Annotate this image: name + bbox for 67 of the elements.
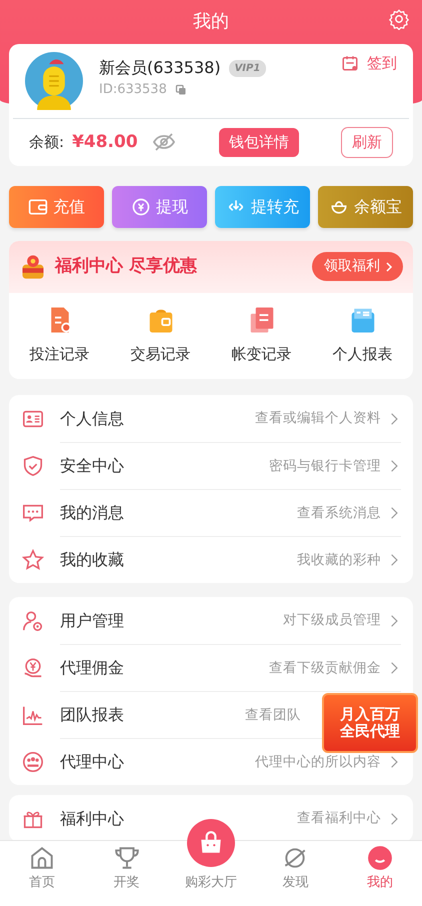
menu-label: 代理中心 <box>60 751 125 773</box>
menu-item[interactable]: 代理佣金 查看下级贡献佣金 <box>9 644 413 691</box>
user-gear-icon <box>22 610 44 632</box>
tab-item[interactable]: 开奖 <box>84 841 169 906</box>
action-button[interactable]: 提转充 <box>215 186 310 228</box>
menu-label: 我的消息 <box>60 502 125 524</box>
wallet-icon <box>28 196 48 216</box>
menu-hint: 对下级成员管理 <box>283 611 381 630</box>
menu-label: 个人信息 <box>60 408 125 430</box>
menu-label: 用户管理 <box>60 610 125 632</box>
action-button[interactable]: 充值 <box>9 186 104 228</box>
avatar-icon <box>25 52 83 110</box>
menu-label: 福利中心 <box>60 808 125 830</box>
menu-hint: 查看团队 <box>245 706 301 725</box>
menu-label: 安全中心 <box>60 455 125 477</box>
tab-item[interactable]: 我的 <box>338 841 422 906</box>
menu-hint: 我收藏的彩种 <box>297 550 381 570</box>
menu-item[interactable]: 用户管理 对下级成员管理 <box>9 597 413 644</box>
balance-amount: ¥48.00 <box>72 130 138 154</box>
menu-item[interactable]: 个人信息 查看或编辑个人资料 <box>9 395 413 442</box>
menu-hint: 代理中心的所以内容 <box>255 752 381 772</box>
wallet-details-button[interactable]: 钱包详情 <box>219 128 299 156</box>
menu-item[interactable]: 我的消息 查看系统消息 <box>9 489 413 536</box>
smile-face-icon <box>366 844 393 870</box>
record-shortcut[interactable]: 交易记录 <box>110 292 211 379</box>
trophy-icon <box>114 844 140 870</box>
record-shortcut[interactable]: 投注记录 <box>9 292 110 379</box>
promo-text: 全民代理 <box>340 723 400 740</box>
menu-hint: 查看福利中心 <box>297 809 381 828</box>
tab-item[interactable]: 首页 <box>0 841 84 906</box>
menu-label: 团队报表 <box>60 704 125 726</box>
menu-label: 代理佣金 <box>60 657 125 679</box>
menu-label: 我的收藏 <box>60 549 125 571</box>
calendar-icon <box>341 54 359 72</box>
menu-hint: 密码与银行卡管理 <box>269 456 381 476</box>
team-icon <box>22 750 44 772</box>
record-shortcut[interactable]: 个人报表 <box>312 292 413 379</box>
record-shortcut[interactable]: 帐变记录 <box>211 292 312 379</box>
shield-check-icon <box>22 454 44 476</box>
shopping-bag-button[interactable] <box>187 819 235 867</box>
menu-hint: 查看或编辑个人资料 <box>255 409 381 428</box>
menu-hint: 查看下级贡献佣金 <box>269 658 381 678</box>
menu-item[interactable]: 安全中心 密码与银行卡管理 <box>9 442 413 489</box>
home-icon <box>29 844 56 870</box>
menu-hint: 查看系统消息 <box>297 504 381 523</box>
yen-coin-icon <box>131 196 151 216</box>
settings-icon[interactable] <box>388 8 410 30</box>
tab-item[interactable]: 发现 <box>253 841 338 906</box>
action-button[interactable]: 余额宝 <box>318 186 413 228</box>
member-name: 新会员(633538) <box>99 57 221 79</box>
claim-welfare-button[interactable]: 领取福利 <box>312 252 403 281</box>
refresh-button[interactable]: 刷新 <box>341 127 393 158</box>
checkin-button[interactable]: 签到 <box>341 52 397 74</box>
star-icon <box>22 548 44 570</box>
menu-item[interactable]: 我的收藏 我收藏的彩种 <box>9 536 413 583</box>
yen-hand-icon <box>22 656 44 678</box>
action-button[interactable]: 提现 <box>112 186 207 228</box>
tab-item[interactable]: 购彩大厅 <box>168 841 254 906</box>
vip-badge: VIP1 <box>228 60 266 76</box>
menu-item[interactable]: 福利中心 查看福利中心 <box>9 795 413 840</box>
page-title: 我的 <box>193 10 229 34</box>
copy-icon[interactable] <box>174 84 187 96</box>
balance-label: 余额: <box>29 132 64 153</box>
promo-text: 月入百万 <box>340 706 400 723</box>
promo-popup[interactable]: 月入百万 全民代理 <box>322 693 418 753</box>
welfare-title: 福利中心 尽享优惠 <box>55 254 197 278</box>
member-id: ID:633538 <box>99 81 167 99</box>
